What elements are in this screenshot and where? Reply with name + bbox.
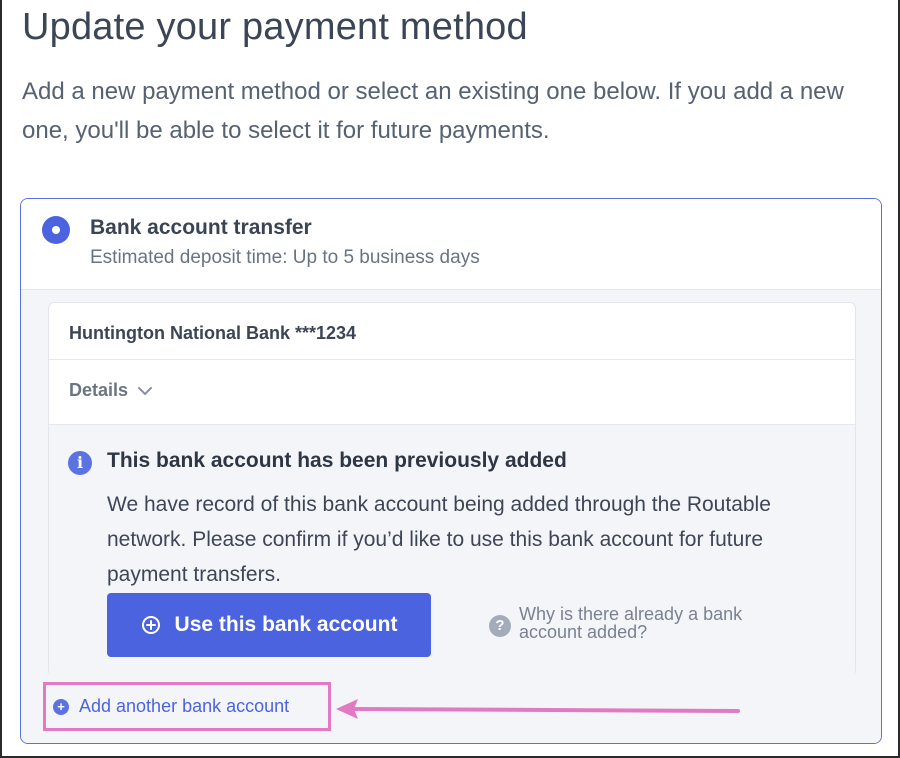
add-link-label: Add another bank account <box>79 696 290 716</box>
method-title: Bank account transfer <box>90 216 312 239</box>
use-button-label: Use this bank account <box>174 613 398 636</box>
info-icon: i <box>68 451 92 475</box>
payment-method-card: Bank account transfer Estimated deposit … <box>20 198 882 744</box>
bank-transfer-option[interactable]: Bank account transfer Estimated deposit … <box>21 199 881 289</box>
notice-title: This bank account has been previously ad… <box>107 449 567 472</box>
page-frame: Update your payment method Add a new pay… <box>0 0 900 758</box>
bank-account-panel: Huntington National Bank ***1234 Details… <box>48 302 856 677</box>
plus-circle-icon <box>141 616 160 634</box>
method-subtitle: Estimated deposit time: Up to 5 business… <box>90 247 480 268</box>
radio-selected-icon[interactable] <box>42 216 70 244</box>
bank-name: Huntington National Bank ***1234 <box>69 323 357 343</box>
chevron-down-icon <box>138 386 153 395</box>
notice-text: We have record of this bank account bein… <box>107 493 771 586</box>
why-already-added-link[interactable]: ? Why is there already a bank account ad… <box>489 605 789 641</box>
method-body: Huntington National Bank ***1234 Details… <box>21 289 881 743</box>
page-description: Add a new payment method or select an ex… <box>22 78 844 144</box>
plus-circle-icon: + <box>53 698 69 715</box>
question-icon: ? <box>489 615 511 637</box>
divider <box>49 359 855 360</box>
add-another-bank-account-link[interactable]: + Add another bank account <box>43 682 331 731</box>
use-bank-account-button[interactable]: Use this bank account <box>107 593 431 657</box>
previously-added-notice: i This bank account has been previously … <box>49 425 855 677</box>
details-toggle[interactable]: Details <box>69 380 154 401</box>
annotation-arrow <box>336 699 740 719</box>
why-link-label: Why is there already a bank account adde… <box>519 604 743 642</box>
page-title: Update your payment method <box>22 6 528 48</box>
details-label: Details <box>69 380 129 400</box>
